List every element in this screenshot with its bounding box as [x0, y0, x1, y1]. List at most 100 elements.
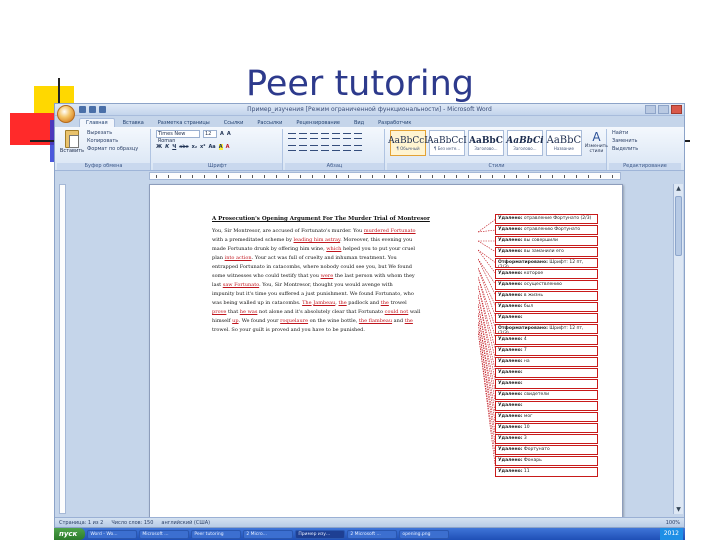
show-marks-icon[interactable]	[354, 133, 362, 139]
document-line: You, Sir Montresor, are accused of Fortu…	[212, 227, 478, 235]
bold-button[interactable]: Ж	[156, 144, 162, 150]
comment-balloon[interactable]: Удалено: на	[495, 357, 598, 367]
comment-balloon[interactable]: Удалено: Фонарь	[495, 456, 598, 466]
tracked-change: could not	[384, 309, 409, 315]
scroll-thumb[interactable]	[675, 196, 682, 256]
replace-button[interactable]: Заменить	[612, 138, 638, 144]
font-format-row: Ж К Ч abe x₂ x² Аа A A	[156, 144, 279, 150]
sort-icon[interactable]	[343, 133, 351, 139]
comment-balloon[interactable]: Удалено:	[495, 313, 598, 323]
status-language[interactable]: английский (США)	[161, 520, 210, 526]
increase-indent-icon[interactable]	[332, 133, 340, 139]
scroll-down-icon[interactable]: ▼	[674, 505, 683, 514]
taskbar-item[interactable]: 2 Micro...	[243, 529, 294, 539]
tab-page-layout[interactable]: Разметка страницы	[152, 119, 216, 127]
office-button[interactable]	[57, 105, 75, 123]
system-tray-clock[interactable]: 2012	[659, 528, 683, 540]
document-page[interactable]: A Prosecution's Opening Argument For The…	[149, 184, 623, 519]
decrease-indent-icon[interactable]	[321, 133, 329, 139]
comment-balloon[interactable]: Удалено: 11	[495, 467, 598, 477]
comment-balloon[interactable]: Удалено:	[495, 379, 598, 389]
align-right-icon[interactable]	[310, 145, 318, 151]
comment-balloon[interactable]: Удалено: мог	[495, 412, 598, 422]
taskbar-item[interactable]: Пример изу...	[295, 529, 346, 539]
taskbar-item[interactable]: Microsoft ...	[139, 529, 190, 539]
scroll-up-icon[interactable]: ▲	[674, 184, 683, 193]
copy-button[interactable]: Копировать	[87, 138, 138, 144]
taskbar-item[interactable]: Word - Wo...	[87, 529, 138, 539]
comment-balloon[interactable]: Удалено: осуществлению	[495, 280, 598, 290]
superscript-button[interactable]: x²	[200, 144, 205, 150]
shading-icon[interactable]	[343, 145, 351, 151]
zoom-level[interactable]: 100%	[666, 520, 680, 526]
tab-view[interactable]: Вид	[348, 119, 370, 127]
tab-home[interactable]: Главная	[79, 118, 115, 127]
comment-balloon[interactable]: Удалено: которое	[495, 269, 598, 279]
line-spacing-icon[interactable]	[332, 145, 340, 151]
comment-balloon[interactable]: Удалено:	[495, 401, 598, 411]
italic-button[interactable]: К	[165, 144, 169, 150]
status-words[interactable]: Число слов: 150	[111, 520, 153, 526]
comment-balloon[interactable]: Удалено: 4	[495, 335, 598, 345]
cut-button[interactable]: Вырезать	[87, 130, 138, 136]
borders-icon[interactable]	[354, 145, 362, 151]
tab-references[interactable]: Ссылки	[218, 119, 250, 127]
taskbar-item[interactable]: Peer tutoring	[191, 529, 242, 539]
font-size-select[interactable]: 12	[203, 130, 217, 138]
select-button[interactable]: Выделить	[612, 146, 638, 152]
style-normal[interactable]: AaBbCcI ¶ Обычный	[388, 130, 428, 156]
highlight-button[interactable]: A	[218, 144, 223, 150]
tab-mailings[interactable]: Рассылки	[251, 119, 288, 127]
style-heading-2[interactable]: AaBbCi Заголово...	[506, 130, 544, 156]
strikethrough-button[interactable]: abe	[179, 144, 188, 150]
comment-balloon[interactable]: Удалено: вы совершили	[495, 236, 598, 246]
comment-balloon[interactable]: Удалено: 7	[495, 346, 598, 356]
comment-balloon[interactable]: Удалено:	[495, 368, 598, 378]
comment-balloon[interactable]: Удалено: свидетели	[495, 390, 598, 400]
underline-button[interactable]: Ч	[172, 144, 176, 150]
vertical-scrollbar[interactable]: ▲ ▼	[673, 184, 683, 514]
comment-balloon[interactable]: Отформатировано: Шрифт: 12 пт, (2/3)	[495, 324, 598, 334]
start-button[interactable]: пуск	[54, 528, 86, 540]
format-painter-button[interactable]: Формат по образцу	[87, 146, 138, 152]
shrink-font-icon[interactable]: A	[227, 131, 231, 137]
comment-balloon[interactable]: Удалено: 10	[495, 423, 598, 433]
close-button[interactable]	[671, 105, 682, 114]
comment-balloon[interactable]: Удалено: отравление Фортунато (2/3)	[495, 214, 598, 224]
comment-balloon[interactable]: Удалено: был	[495, 302, 598, 312]
align-center-icon[interactable]	[299, 145, 307, 151]
taskbar-item[interactable]: 2 Microsoft ...	[347, 529, 398, 539]
change-styles-button[interactable]: A Изменить стили	[585, 130, 608, 162]
style-no-spacing[interactable]: AaBbCcI ¶ Без инте...	[427, 130, 467, 156]
style-title[interactable]: AaBbC Название	[545, 130, 582, 156]
minimize-button[interactable]	[645, 105, 656, 114]
tab-review[interactable]: Рецензирование	[290, 119, 346, 127]
justify-icon[interactable]	[321, 145, 329, 151]
taskbar-item[interactable]: opening.png	[399, 529, 450, 539]
horizontal-ruler[interactable]	[149, 172, 621, 180]
multilevel-list-icon[interactable]	[310, 133, 318, 139]
comment-balloon[interactable]: Удалено: 3	[495, 434, 598, 444]
tab-developer[interactable]: Разработчик	[372, 119, 417, 127]
comment-balloon[interactable]: Отформатировано: Шрифт: 12 пт, (2/3)	[495, 258, 598, 268]
vertical-ruler[interactable]	[59, 184, 66, 514]
change-case-button[interactable]: Аа	[208, 144, 215, 150]
comment-balloon[interactable]: Удалено: вы заманили его	[495, 247, 598, 257]
comment-text: 3	[522, 436, 527, 441]
maximize-button[interactable]	[658, 105, 669, 114]
comment-balloon[interactable]: Удалено: Фортунато	[495, 445, 598, 455]
font-name-select[interactable]: Times New Roman	[156, 130, 200, 144]
status-page[interactable]: Страница: 1 из 2	[59, 520, 103, 526]
bullets-icon[interactable]	[288, 133, 296, 139]
grow-font-icon[interactable]: A	[220, 131, 224, 137]
subscript-button[interactable]: x₂	[192, 144, 197, 150]
align-left-icon[interactable]	[288, 145, 296, 151]
comment-balloon[interactable]: Удалено: в жизнь	[495, 291, 598, 301]
font-color-button[interactable]: A	[226, 144, 230, 150]
paste-button[interactable]: Вставить	[60, 130, 84, 162]
find-button[interactable]: Найти	[612, 130, 638, 136]
tab-insert[interactable]: Вставка	[117, 119, 150, 127]
numbering-icon[interactable]	[299, 133, 307, 139]
style-heading-1[interactable]: AaBbC Заголово...	[468, 130, 504, 156]
comment-balloon[interactable]: Удалено: отравлению Фортунато	[495, 225, 598, 235]
